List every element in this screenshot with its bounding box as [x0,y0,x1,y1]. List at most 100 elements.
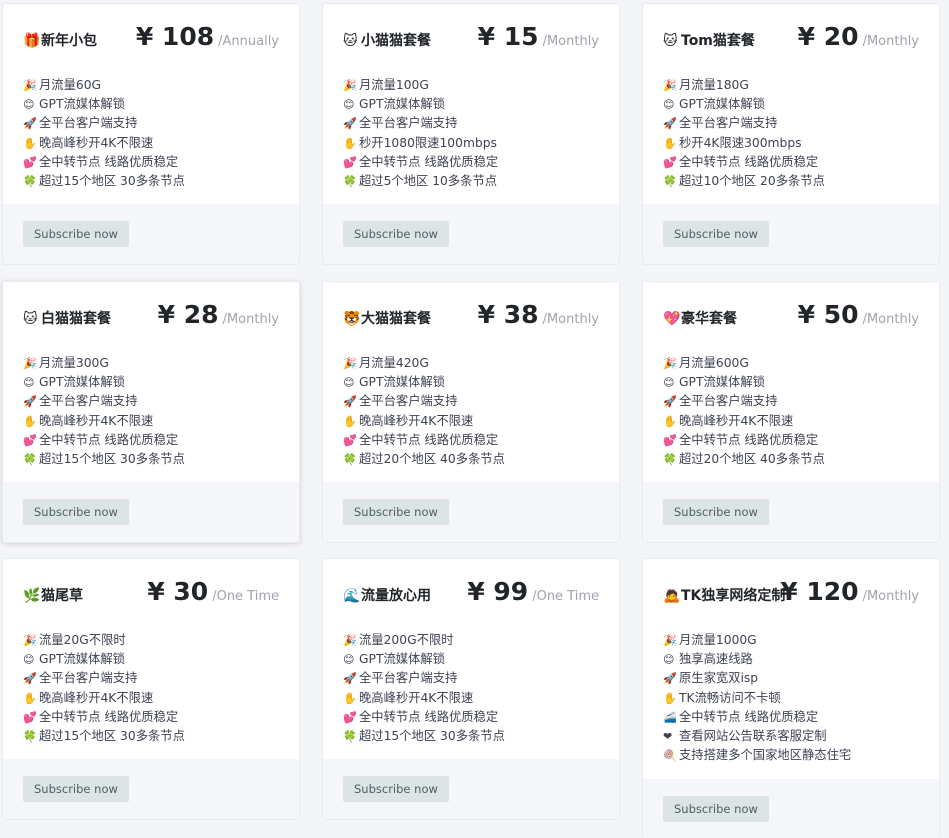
bowing-person-icon: 🙇 [663,588,681,604]
price-period: /Monthly [542,34,599,49]
subscribe-button[interactable]: Subscribe now [343,499,449,525]
feature-text: GPT流媒体解锁 [39,375,125,390]
feature-item: 🎉 月流量300G [23,354,279,373]
plan-footer: Subscribe now [643,779,939,838]
hearts-icon: 💕 [23,155,37,169]
feature-item: 🚀 全平台客户端支持 [663,114,919,133]
feature-list: 🎉 月流量600G 😊 GPT流媒体解锁 🚀 全平台客户端支持 ✋ 晚高峰秒开4K不限速 💕 全中… [663,354,919,469]
feature-item: 🎉 流量20G不限时 [23,631,279,650]
feature-item: 🚀 全平台客户端支持 [663,392,919,411]
feature-text: 晚高峰秒开4K不限速 [679,413,794,428]
feature-list: 🎉 月流量1000G 😊 独享高速线路 🚀 原生家宽双isp ✋ TK流畅访问不卡顿 🚄 全中转节… [663,631,919,765]
rocket-icon: 🚀 [343,672,357,686]
subscribe-button[interactable]: Subscribe now [663,499,769,525]
hand-icon: ✋ [343,691,357,705]
feature-item: 🍀 超过15个地区 30多条节点 [343,727,599,746]
subscribe-button[interactable]: Subscribe now [343,221,449,247]
price-period: /Monthly [862,589,919,604]
plan-name: 🐯大猫猫套餐 [343,308,431,328]
herb-icon: 🌿 [23,588,41,604]
price-amount: ¥ 50 [797,300,859,329]
subscribe-button[interactable]: Subscribe now [23,221,129,247]
hearts-icon: 💕 [23,710,37,724]
rocket-icon: 🚀 [663,117,677,131]
price-amount: ¥ 30 [147,577,209,606]
plan-name: 🐱 Tom猫套餐 [663,30,755,50]
feature-text: 月流量1000G [679,633,757,647]
plan-card: 🐱 白猫猫套餐 ¥ 28/Monthly 🎉 月流量300G 😊 GPT流媒体解锁 🚀 全平台客… [2,281,300,543]
feature-item: 😊 GPT流媒体解锁 [23,650,279,669]
feature-text: 全中转节点 线路优质稳定 [679,432,819,447]
subscribe-button[interactable]: Subscribe now [23,776,129,802]
feature-item: 😊 GPT流媒体解锁 [663,95,919,114]
plan-name: 🐱 小猫猫套餐 [343,30,431,50]
feature-item: 😊 GPT流媒体解锁 [343,650,599,669]
plan-name-label: 小猫猫套餐 [361,33,431,49]
plan-card-body: 💖豪华套餐 ¥ 50/Monthly 🎉 月流量600G 😊 GPT流媒体解锁 🚀 全平台客户… [643,282,939,482]
hand-icon: ✋ [23,136,37,150]
rocket-icon: 🚀 [23,672,37,686]
cat-icon: 🐱 [23,311,38,327]
rocket-icon: 🚀 [343,395,357,409]
feature-item: 😊 GPT流媒体解锁 [663,373,919,392]
feature-text: 晚高峰秒开4K不限速 [39,690,154,705]
feature-item: 🍀 超过20个地区 40多条节点 [343,450,599,469]
feature-item: 💕 全中转节点 线路优质稳定 [343,153,599,172]
feature-text: 全平台客户端支持 [359,116,458,131]
feature-text: 月流量180G [679,78,749,92]
party-popper-icon: 🎉 [23,357,37,370]
feature-item: ✋ 晚高峰秒开4K不限速 [343,689,599,708]
subscribe-button[interactable]: Subscribe now [663,796,769,822]
plan-name-label: 猫尾草 [41,588,83,604]
feature-item: 🚀 全平台客户端支持 [23,392,279,411]
price-amount: ¥ 28 [157,300,219,329]
feature-list: 🎉 月流量180G 😊 GPT流媒体解锁 🚀 全平台客户端支持 ✋ 秒开4K限速300mbps… [663,76,919,191]
plan-header: 🐱 Tom猫套餐 ¥ 20/Monthly [663,4,919,76]
feature-text: 全中转节点 线路优质稳定 [679,154,819,169]
feature-text: 全中转节点 线路优质稳定 [679,709,819,724]
wave-icon: 🌊 [343,588,361,604]
feature-text: GPT流媒体解锁 [679,97,765,112]
feature-text: 全平台客户端支持 [679,116,778,131]
party-popper-icon: 🎉 [343,79,357,92]
feature-text: 全平台客户端支持 [359,671,458,686]
feature-text: 全平台客户端支持 [39,394,138,409]
feature-text: GPT流媒体解锁 [359,375,445,390]
feature-text: 查看网站公告联系客服定制 [679,728,827,743]
rocket-icon: 🚀 [23,395,37,409]
feature-item: 🎉 月流量420G [343,354,599,373]
plan-name: 🙇TK独享网络定制 [663,585,785,605]
price-period: /One Time [532,589,599,604]
feature-item: 💕 全中转节点 线路优质稳定 [343,431,599,450]
plan-card-body: 🐱 小猫猫套餐 ¥ 15/Monthly 🎉 月流量100G 😊 GPT流媒体解锁 🚀 全平台客… [323,4,619,204]
plan-footer: Subscribe now [3,204,299,264]
plan-header: 🐱 白猫猫套餐 ¥ 28/Monthly [23,282,279,354]
price-period: /One Time [212,589,279,604]
feature-item: 🚀 原生家宽双isp [663,669,919,688]
feature-item: 😊 GPT流媒体解锁 [23,373,279,392]
plan-price: ¥ 30/One Time [147,577,279,606]
feature-item: 🚀 全平台客户端支持 [23,114,279,133]
hearts-icon: 💕 [343,710,357,724]
plan-name-label: 流量放心用 [361,588,431,604]
feature-item: 🍀 超过5个地区 10多条节点 [343,172,599,191]
subscribe-button[interactable]: Subscribe now [663,221,769,247]
feature-text: 全中转节点 线路优质稳定 [39,154,179,169]
feature-item: ✋ 晚高峰秒开4K不限速 [23,412,279,431]
subscribe-button[interactable]: Subscribe now [23,499,129,525]
feature-list: 🎉 月流量100G 😊 GPT流媒体解锁 🚀 全平台客户端支持 ✋ 秒开1080限速100mb… [343,76,599,191]
plan-price: ¥ 108/Annually [136,22,279,51]
clover-icon: 🍀 [343,452,357,466]
plan-card-body: 🙇TK独享网络定制 ¥ 120/Monthly 🎉 月流量1000G 😊 独享高速线路 🚀 原… [643,559,939,779]
subscribe-button[interactable]: Subscribe now [343,776,449,802]
plan-name-label: 新年小包 [41,33,97,49]
feature-text: 超过15个地区 30多条节点 [39,451,185,466]
plan-price: ¥ 38/Monthly [478,300,599,329]
price-amount: ¥ 15 [477,22,539,51]
smile-icon: 😊 [343,376,355,390]
feature-text: 晚高峰秒开4K不限速 [39,413,154,428]
party-popper-icon: 🎉 [343,634,357,647]
feature-item: 💕 全中转节点 线路优质稳定 [343,708,599,727]
feature-item: 🚀 全平台客户端支持 [343,669,599,688]
hand-icon: ✋ [663,414,677,428]
